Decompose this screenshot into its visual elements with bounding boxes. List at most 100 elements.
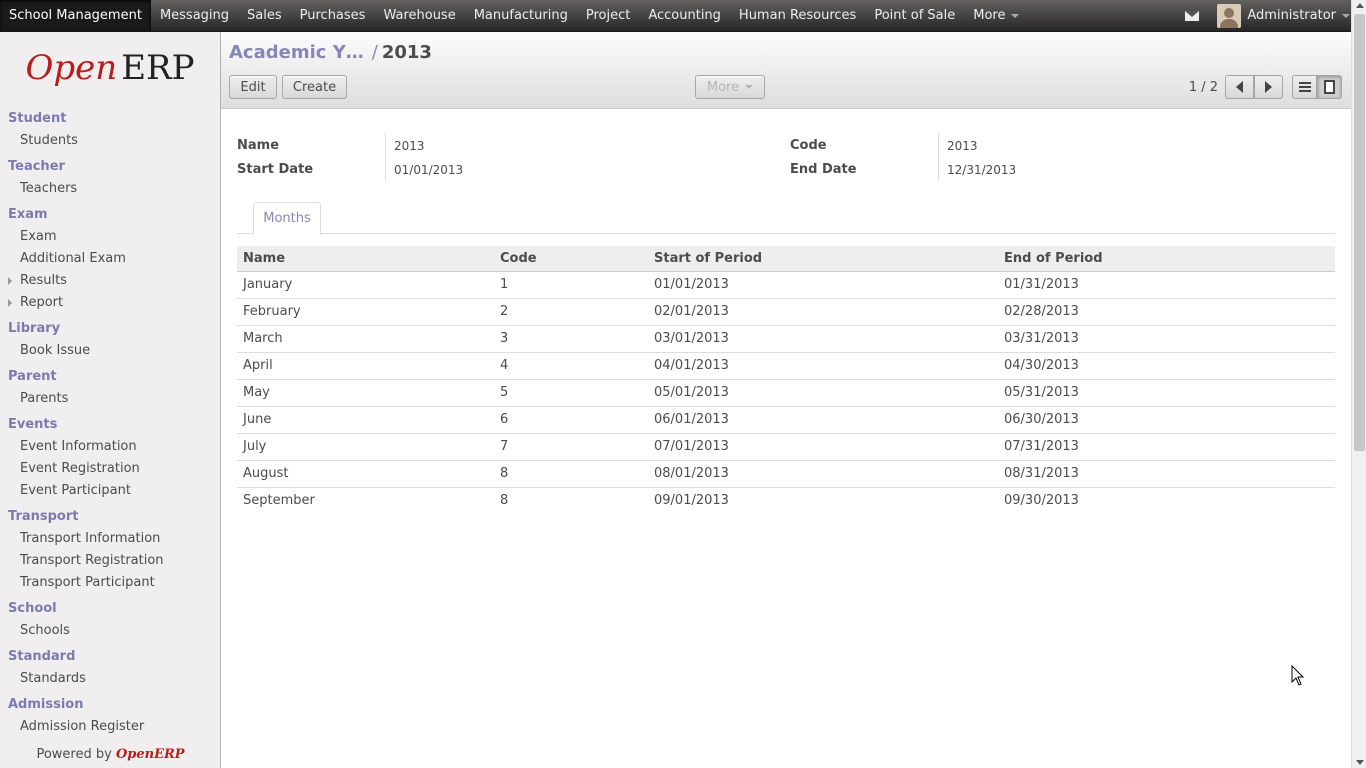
sidebar-item-results[interactable]: Results xyxy=(8,270,220,292)
sidebar-item-transport-registration[interactable]: Transport Registration xyxy=(8,550,220,572)
create-button[interactable]: Create xyxy=(282,75,347,99)
breadcrumb-parent[interactable]: Academic Y… xyxy=(229,42,364,63)
menu-item-label: Messaging xyxy=(159,8,230,23)
menu-item-point-of-sale[interactable]: Point of Sale xyxy=(865,0,964,31)
menu-item-manufacturing[interactable]: Manufacturing xyxy=(465,0,577,31)
column-header-end-of-period[interactable]: End of Period xyxy=(998,246,1335,272)
sidebar-item-admission-register[interactable]: Admission Register xyxy=(8,716,220,738)
sidebar-item-report[interactable]: Report xyxy=(8,292,220,314)
user-menu[interactable]: Administrator xyxy=(1217,3,1350,28)
sidebar-section-teacher[interactable]: Teacher xyxy=(8,156,220,178)
powered-by: Powered by OpenERP xyxy=(0,747,221,762)
sidebar-item-transport-participant[interactable]: Transport Participant xyxy=(8,572,220,594)
table-cell: 04/01/2013 xyxy=(648,352,998,380)
menu-item-label: Point of Sale xyxy=(874,8,956,23)
sidebar-section-student[interactable]: Student xyxy=(8,108,220,130)
sidebar-item-students[interactable]: Students xyxy=(8,130,220,152)
scrollbar-thumb[interactable] xyxy=(1354,14,1365,451)
menu-item-accounting[interactable]: Accounting xyxy=(639,0,730,31)
table-cell: 05/01/2013 xyxy=(648,379,998,407)
list-view-button[interactable] xyxy=(1292,75,1317,99)
sidebar-item-exam[interactable]: Exam xyxy=(8,226,220,248)
sidebar-item-book-issue[interactable]: Book Issue xyxy=(8,340,220,362)
column-header-code[interactable]: Code xyxy=(494,246,648,272)
sidebar-section-admission[interactable]: Admission xyxy=(8,694,220,716)
menu-item-label: Manufacturing xyxy=(473,8,568,23)
table-header-row: Name Code Start of Period End of Period xyxy=(237,246,1335,272)
menu-item-school-management[interactable]: School Management xyxy=(0,0,151,31)
powered-brand[interactable]: OpenERP xyxy=(116,747,185,762)
openerp-logo[interactable]: Open ERP xyxy=(0,32,220,104)
table-row[interactable]: July 7 07/01/2013 07/31/2013 xyxy=(237,433,1335,461)
tab-months[interactable]: Months xyxy=(253,202,321,235)
page-title: 2013 xyxy=(381,42,432,63)
sidebar-item-teachers[interactable]: Teachers xyxy=(8,178,220,200)
scroll-down-icon[interactable] xyxy=(1356,760,1364,765)
table-row[interactable]: April 4 04/01/2013 04/30/2013 xyxy=(237,352,1335,380)
sidebar-section-parent[interactable]: Parent xyxy=(8,366,220,388)
table-cell: March xyxy=(237,325,494,353)
list-view-icon xyxy=(1298,82,1311,92)
sidebar-section-school[interactable]: School xyxy=(8,598,220,620)
table-cell: 4 xyxy=(494,352,648,380)
mail-icon[interactable] xyxy=(1185,10,1200,21)
table-cell: 01/01/2013 xyxy=(648,271,998,299)
sidebar: Open ERP Student Students Teacher Teachers Ex… xyxy=(0,32,221,768)
menu-item-human-resources[interactable]: Human Resources xyxy=(730,0,865,31)
table-row[interactable]: January 1 01/01/2013 01/31/2013 xyxy=(237,271,1335,299)
column-header-name[interactable]: Name xyxy=(237,246,494,272)
table-cell: 08/31/2013 xyxy=(998,460,1335,488)
table-row[interactable]: February 2 02/01/2013 02/28/2013 xyxy=(237,298,1335,326)
menu-item-label: Human Resources xyxy=(738,8,857,23)
form-view-button[interactable] xyxy=(1317,75,1342,99)
sidebar-section-exam[interactable]: Exam xyxy=(8,204,220,226)
sidebar-nav: Student Students Teacher Teachers Exam Exam Ad… xyxy=(0,108,220,738)
table-cell: August xyxy=(237,460,494,488)
start-date-label: Start Date xyxy=(237,162,314,177)
sidebar-section-events[interactable]: Events xyxy=(8,414,220,436)
sidebar-section-standard[interactable]: Standard xyxy=(8,646,220,668)
table-row[interactable]: March 3 03/01/2013 03/31/2013 xyxy=(237,325,1335,353)
table-cell: June xyxy=(237,406,494,434)
top-menu-bar: School Management Messaging Sales Purchases… xyxy=(0,0,1366,32)
sidebar-item-parents[interactable]: Parents xyxy=(8,388,220,410)
sidebar-item-standards[interactable]: Standards xyxy=(8,668,220,690)
menu-item-project[interactable]: Project xyxy=(577,0,639,31)
sidebar-section-library[interactable]: Library xyxy=(8,318,220,340)
sidebar-item-additional-exam[interactable]: Additional Exam xyxy=(8,248,220,270)
sidebar-item-event-participant[interactable]: Event Participant xyxy=(8,480,220,502)
sidebar-item-schools[interactable]: Schools xyxy=(8,620,220,642)
table-row[interactable]: May 5 05/01/2013 05/31/2013 xyxy=(237,379,1335,407)
breadcrumb-separator: / xyxy=(371,42,378,63)
menu-item-warehouse[interactable]: Warehouse xyxy=(374,0,464,31)
menu-item-label: School Management xyxy=(9,8,142,23)
start-date-value: 01/01/2013 xyxy=(385,157,463,181)
sidebar-section-transport[interactable]: Transport xyxy=(8,506,220,528)
table-cell: 2 xyxy=(494,298,648,326)
previous-record-button[interactable] xyxy=(1225,75,1254,99)
next-record-button[interactable] xyxy=(1254,75,1283,99)
edit-button[interactable]: Edit xyxy=(229,75,277,99)
table-cell: 03/31/2013 xyxy=(998,325,1335,353)
scroll-up-icon[interactable] xyxy=(1356,3,1364,8)
table-cell: September xyxy=(243,493,315,509)
table-row[interactable]: August 8 08/01/2013 08/31/2013 xyxy=(237,460,1335,488)
menu-item-purchases[interactable]: Purchases xyxy=(291,0,375,31)
sidebar-item-event-information[interactable]: Event Information xyxy=(8,436,220,458)
menu-item-sales[interactable]: Sales xyxy=(238,0,291,31)
name-value: 2013 xyxy=(385,133,425,157)
table-row[interactable]: September 8 09/01/2013 09/30/2013 xyxy=(237,487,1335,514)
table-cell: July xyxy=(237,433,494,461)
column-header-start-of-period[interactable]: Start of Period xyxy=(648,246,998,272)
more-button[interactable]: More xyxy=(695,75,765,99)
page-scrollbar[interactable] xyxy=(1351,0,1366,768)
name-label: Name xyxy=(237,138,280,153)
table-row[interactable]: June 6 06/01/2013 06/30/2013 xyxy=(237,406,1335,434)
form-view-icon xyxy=(1324,80,1335,94)
sidebar-item-transport-information[interactable]: Transport Information xyxy=(8,528,220,550)
table-cell: May xyxy=(237,379,494,407)
menu-item-more[interactable]: More xyxy=(964,0,1028,31)
table-cell: 7 xyxy=(494,433,648,461)
menu-item-messaging[interactable]: Messaging xyxy=(151,0,238,31)
sidebar-item-event-registration[interactable]: Event Registration xyxy=(8,458,220,480)
